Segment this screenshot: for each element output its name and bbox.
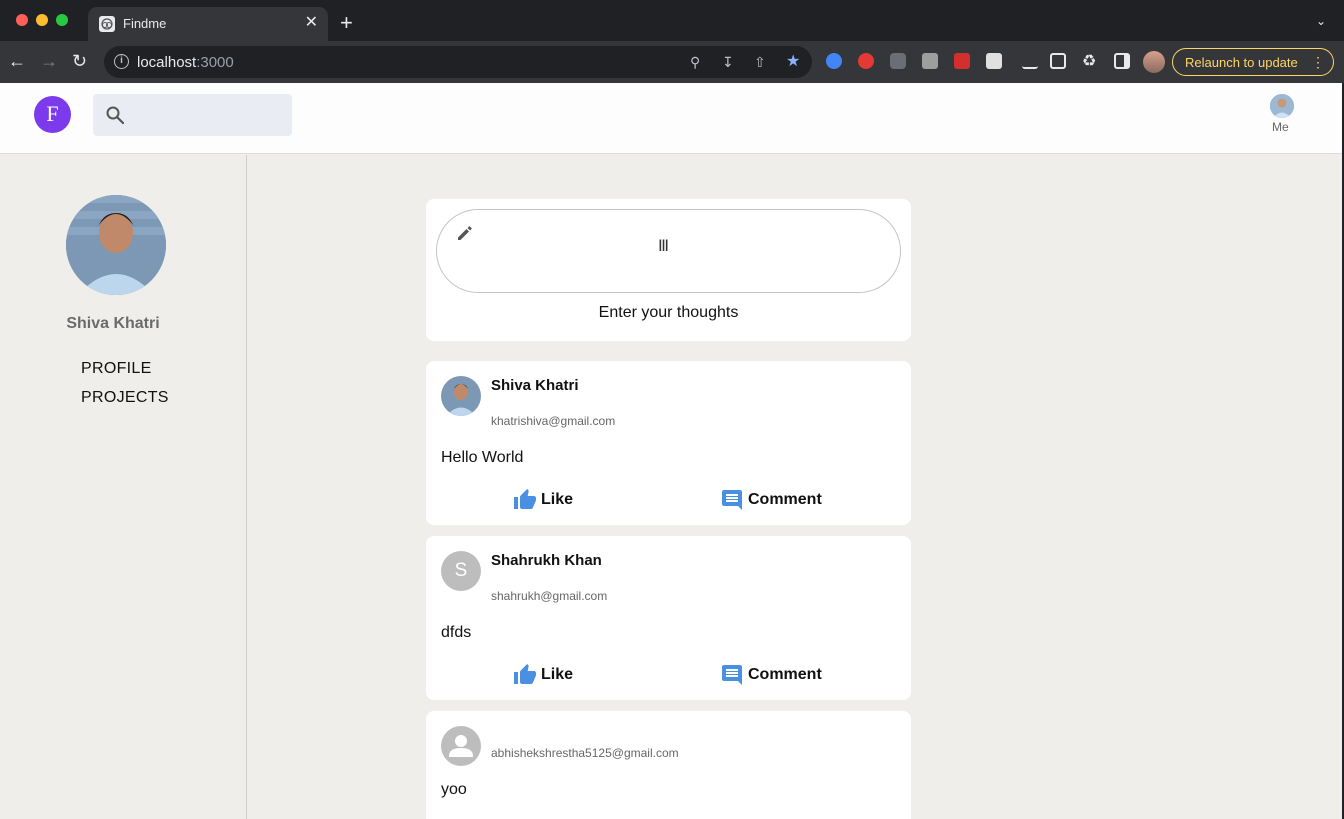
forward-arrow-icon[interactable]: → [40,51,58,71]
post-author-name[interactable]: Shiva Khatri [491,377,579,394]
tab-search-chevron-icon[interactable]: ⌄ [1316,14,1326,28]
like-label: Like [541,666,574,683]
tab-title: Findme [123,16,167,31]
install-icon[interactable]: ↧ [722,53,734,71]
post-card: S Shahrukh Khan shahrukh@gmail.com dfds … [426,536,911,700]
comment-label: Comment [748,666,822,683]
extension-shield-icon[interactable] [858,53,874,69]
composer-hint: Enter your thoughts [598,304,739,321]
extension-pen-icon[interactable] [1022,53,1038,69]
url-text: localhost:3000 [137,54,234,71]
comment-button[interactable]: Comment [720,663,830,687]
relaunch-label: Relaunch to update [1185,55,1298,70]
post-content: Hello World [441,449,524,466]
app-logo[interactable]: F [34,96,71,133]
person-placeholder-icon[interactable] [441,726,481,766]
profile-avatar[interactable] [66,195,166,295]
me-avatar[interactable] [1270,94,1294,118]
extension-lens-icon[interactable] [826,53,842,69]
app-header: F Me [0,83,1342,154]
tab-close-icon[interactable]: ✕ [305,14,318,32]
browser-toolbar: ← → ↻ i localhost:3000 ⚲ ↧ ⇧ ★ ♻ Relaunc… [0,41,1344,83]
comment-button[interactable]: Comment [720,488,830,512]
share-icon[interactable]: ⇧ [754,53,766,71]
comment-icon [722,665,742,685]
side-panel-icon[interactable] [1114,53,1130,69]
me-label[interactable]: Me [1272,120,1289,134]
post-author-avatar[interactable]: S [441,551,481,591]
web-page: F Me Shiva Khatri PROFILE PROJECTS Ⅲ Ent… [0,83,1342,819]
site-info-icon[interactable]: i [114,54,129,69]
search-input[interactable] [137,102,282,128]
comment-label: Comment [748,491,822,508]
back-arrow-icon[interactable]: ← [8,51,26,71]
post-author-name[interactable]: Shahrukh Khan [491,552,602,569]
like-label: Like [541,491,574,508]
window-close-button[interactable] [16,14,28,26]
post-author-avatar[interactable] [441,376,481,416]
post-author-email: khatrishiva@gmail.com [491,414,616,428]
url-host: localhost [137,54,197,71]
search-box[interactable] [93,94,292,136]
search-icon [106,106,125,125]
url-port: :3000 [196,54,234,71]
comment-icon [722,490,742,510]
post-input[interactable]: Ⅲ [436,209,901,293]
post-card: Shiva Khatri khatrishiva@gmail.com Hello… [426,361,911,525]
profile-name: Shiva Khatri [66,315,160,332]
post-content: dfds [441,624,472,641]
sidebar: Shiva Khatri PROFILE PROJECTS [0,155,247,819]
text-cursor-icon: Ⅲ [658,238,670,255]
pencil-icon [458,226,472,240]
post-composer: Ⅲ Enter your thoughts [426,199,911,341]
sidebar-link-profile[interactable]: PROFILE [81,360,152,378]
address-bar[interactable]: i localhost:3000 ⚲ ↧ ⇧ ★ [104,46,812,78]
thumbs-up-icon [514,489,536,509]
new-tab-button[interactable]: + [340,12,353,34]
browser-tab-bar: Findme ✕ + ⌄ [0,0,1344,41]
like-button[interactable]: Like [513,663,583,687]
extension-puzzle-gray-icon[interactable] [890,53,906,69]
key-icon[interactable]: ⚲ [690,53,700,71]
browser-tab[interactable]: Findme ✕ [88,7,328,41]
post-content: yoo [441,781,467,798]
bookmark-star-icon[interactable]: ★ [786,53,800,71]
window-minimize-button[interactable] [36,14,48,26]
like-button[interactable]: Like [513,488,583,512]
extensions-puzzle-icon[interactable]: ♻ [1082,53,1096,71]
reload-icon[interactable]: ↻ [72,51,87,71]
browser-profile-avatar[interactable] [1143,51,1165,73]
thumbs-up-icon [514,664,536,684]
post-card: abhishekshrestha5125@gmail.com yoo [426,711,911,819]
extension-s-icon[interactable] [922,53,938,69]
extension-doc-icon[interactable] [986,53,1002,69]
tab-favicon-icon [99,16,115,32]
sidebar-link-projects[interactable]: PROJECTS [81,389,169,407]
relaunch-to-update-button[interactable]: Relaunch to update ⋮ [1172,48,1334,76]
post-author-email: abhishekshrestha5125@gmail.com [491,746,679,760]
window-zoom-button[interactable] [56,14,68,26]
browser-menu-icon[interactable]: ⋮ [1311,54,1325,71]
extension-red-icon[interactable] [954,53,970,69]
post-author-email: shahrukh@gmail.com [491,589,608,603]
picture-in-picture-icon[interactable] [1050,53,1066,69]
